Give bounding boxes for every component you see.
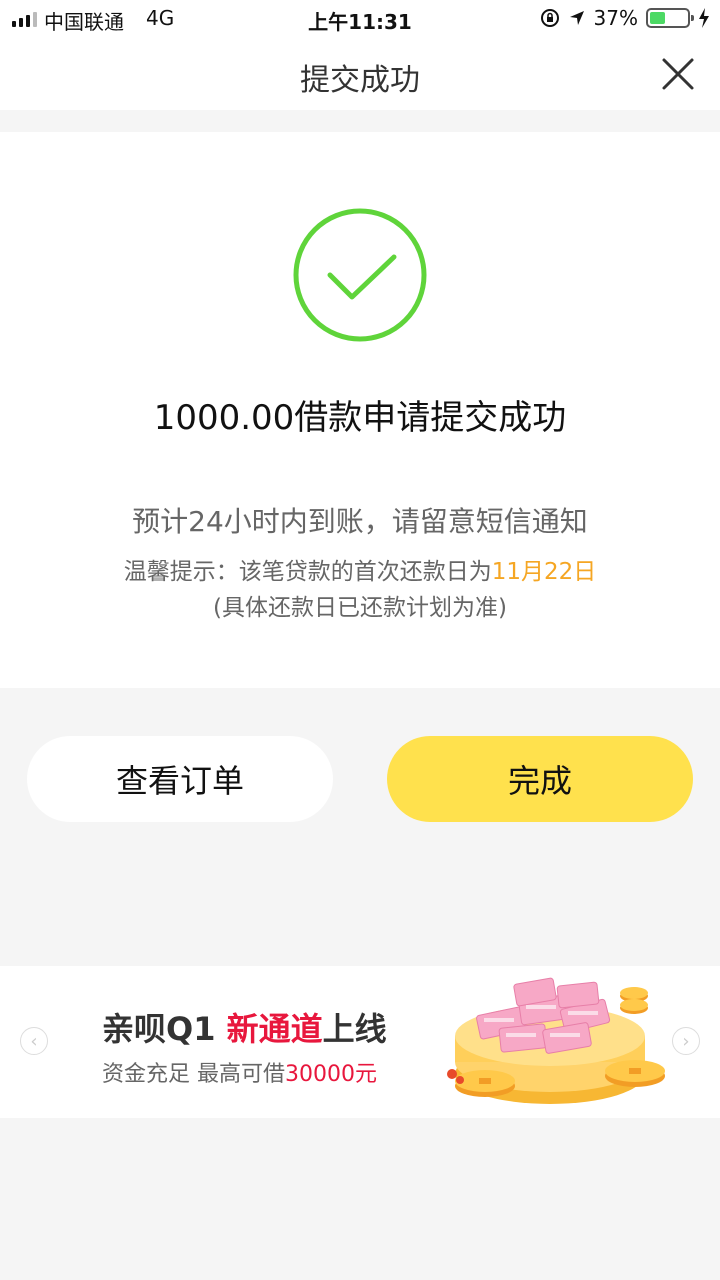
- done-button[interactable]: 完成: [387, 736, 693, 822]
- tip-date: 11月22日: [491, 559, 597, 585]
- location-icon: [569, 11, 584, 25]
- tip-note: (具体还款日已还款计划为准): [213, 595, 507, 621]
- banner-headline-part2: 上线: [322, 1010, 387, 1048]
- banner-sub-amount: 30000元: [285, 1062, 377, 1087]
- result-subtitle: 预计24小时内到账，请留意短信通知: [132, 505, 588, 538]
- status-bar: 中国联通 4G 上午11:31 37%: [0, 0, 720, 38]
- result-card: 1000.00借款申请提交成功 预计24小时内到账，请留意短信通知 温馨提示：该…: [0, 132, 720, 688]
- repayment-tip: 温馨提示：该笔贷款的首次还款日为11月22日: [0, 552, 720, 586]
- charging-icon: [699, 8, 709, 28]
- nav-bar: 提交成功: [0, 38, 720, 110]
- banner-headline-part1: 亲呗Q1: [102, 1010, 227, 1048]
- page-title: 提交成功: [300, 63, 420, 98]
- result-title: 1000.00借款申请提交成功: [153, 398, 567, 438]
- banner-prev-icon[interactable]: ‹: [20, 1027, 48, 1055]
- tip-prefix: 温馨提示：该笔贷款的首次还款日为: [123, 559, 492, 585]
- battery-percent: 37%: [593, 6, 638, 30]
- rotation-lock-icon: [540, 9, 559, 27]
- success-check-icon: [293, 208, 427, 342]
- close-icon[interactable]: [658, 54, 698, 94]
- view-order-button[interactable]: 查看订单: [27, 736, 333, 822]
- money-illustration-icon: [447, 977, 665, 1104]
- promo-banner[interactable]: ‹ 亲呗Q1 新通道上线 资金充足 最高可借30000元 ›: [0, 966, 720, 1118]
- battery-icon: [646, 8, 694, 28]
- banner-next-icon[interactable]: ›: [672, 1027, 700, 1055]
- banner-subtitle: 资金充足 最高可借30000元: [102, 1056, 377, 1088]
- banner-headline: 亲呗Q1 新通道上线: [102, 1004, 387, 1050]
- banner-sub-part1: 资金充足 最高可借: [102, 1062, 285, 1087]
- banner-headline-highlight: 新通道: [226, 1010, 323, 1048]
